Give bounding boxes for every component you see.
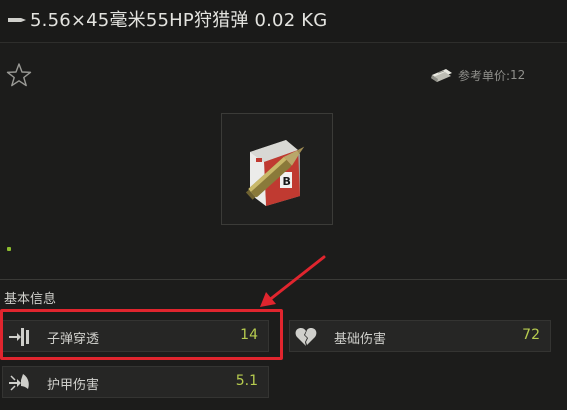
ammo-box-icon: B: [245, 140, 305, 206]
favorite-star-icon[interactable]: [6, 62, 32, 88]
title-divider: [0, 42, 567, 43]
stat-label: 基础伤害: [334, 332, 387, 347]
stat-value: 72: [522, 327, 540, 343]
armor-damage-icon: [9, 374, 29, 391]
reference-price: 参考单价: 12: [428, 64, 525, 86]
section-divider: [0, 279, 567, 280]
item-title: 5.56×45毫米55HP狩猎弹 0.02 KG: [30, 10, 328, 31]
stat-label: 护甲伤害: [47, 378, 100, 393]
stat-armor-damage[interactable]: 护甲伤害 5.1: [2, 366, 269, 398]
section-title-basic-info: 基本信息: [4, 292, 57, 307]
status-dot: [7, 247, 11, 251]
stat-base-damage[interactable]: 基础伤害 72: [289, 320, 551, 352]
price-value: 12: [510, 68, 526, 82]
stat-value: 5.1: [235, 373, 258, 389]
cash-icon: [431, 69, 452, 82]
price-label: 参考单价:: [458, 68, 511, 83]
broken-heart-icon: [295, 328, 317, 346]
bullet-icon: [8, 18, 26, 22]
item-image-frame: B: [221, 113, 333, 225]
annotation-highlight-box: [0, 309, 283, 360]
svg-text:B: B: [283, 175, 291, 188]
